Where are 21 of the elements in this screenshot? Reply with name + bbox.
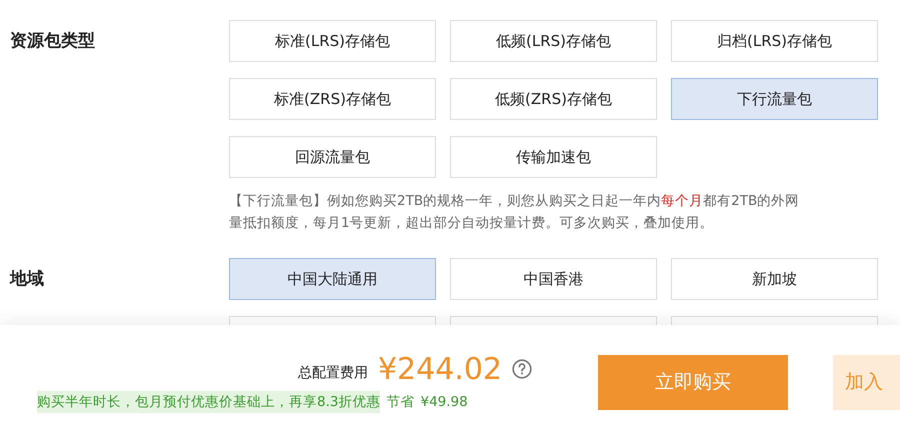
price-text: ¥244.02 — [378, 352, 502, 386]
option-button[interactable]: 归档(LRS)存储包 — [671, 20, 878, 62]
help-icon[interactable] — [512, 359, 532, 379]
total-label: 总配置费用 — [298, 364, 368, 382]
savings-amount: ¥49.98 — [420, 394, 468, 410]
option-button[interactable]: 中国大陆通用 — [229, 258, 436, 300]
option-button[interactable]: 标准(ZRS)存储包 — [229, 78, 436, 120]
promo-text: 购买半年时长，包月预付优惠价基础上，再享8.3折优惠 — [37, 390, 380, 412]
option-button[interactable]: 下行流量包 — [671, 78, 878, 120]
option-button[interactable]: 中国香港 — [450, 258, 657, 300]
option-button[interactable]: 传输加速包 — [450, 136, 657, 178]
savings-label: 节省 — [386, 392, 414, 410]
section-label: 地域 — [10, 269, 44, 289]
option-button[interactable]: 标准(LRS)存储包 — [229, 20, 436, 62]
description-text: 【下行流量包】例如您购买2TB的规格一年，则您从购买之日起一年内每个月 都有2TB的外网 — [229, 192, 800, 211]
option-button[interactable]: 新加坡 — [671, 258, 878, 300]
option-button[interactable]: 低频(LRS)存储包 — [450, 20, 657, 62]
option-button[interactable]: 低频(ZRS)存储包 — [450, 78, 657, 120]
description-text: 量抵扣额度，每月1号更新，超出部分自动按量计费。可多次购买，叠加使用。 — [229, 214, 715, 233]
option-button[interactable]: 回源流量包 — [229, 136, 436, 178]
section-label: 资源包类型 — [10, 31, 95, 51]
